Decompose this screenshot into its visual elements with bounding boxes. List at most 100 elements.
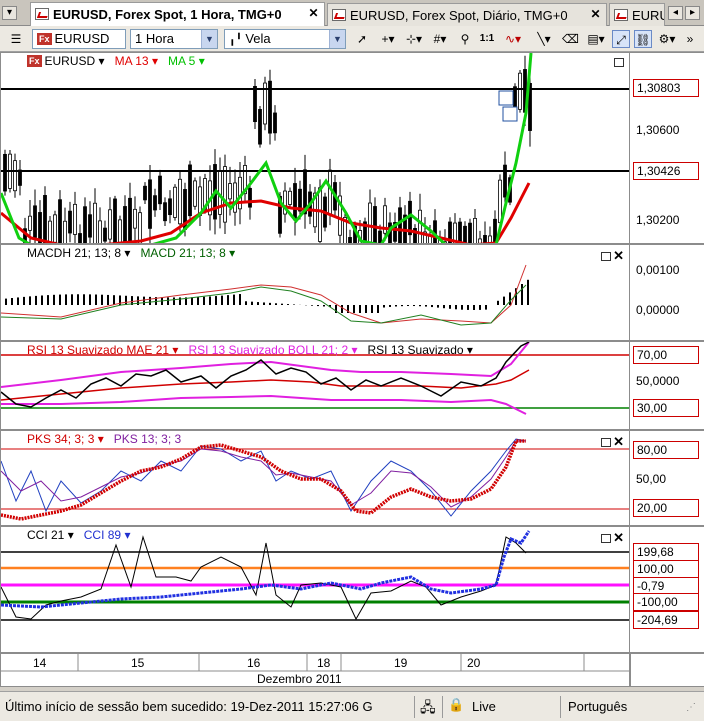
legend-cci21[interactable]: CCI 21 [27, 528, 64, 542]
indicator-icon[interactable]: ∿▾ [500, 30, 526, 48]
chevron-down-icon[interactable]: ▼ [201, 30, 217, 48]
legend-symbol[interactable]: EURUSD [45, 54, 96, 68]
chevron-down-icon[interactable]: ▾ [467, 343, 473, 357]
chevron-down-icon[interactable]: ▾ [172, 343, 178, 357]
candle-body [163, 202, 167, 222]
macd-axis[interactable]: 0,00100 0,00000 [630, 244, 704, 341]
eraser-icon[interactable]: ⌫ [562, 30, 579, 48]
legend-macd[interactable]: MACD 21; 13; 8 [140, 246, 225, 260]
macd-histogram-bar [509, 292, 511, 305]
candle-body [518, 72, 522, 110]
grid-icon[interactable]: #▾ [428, 30, 452, 48]
maximize-panel-icon[interactable] [601, 533, 612, 543]
chevron-down-icon[interactable]: ▾ [68, 528, 74, 542]
candle-body [253, 85, 257, 123]
scroll-tabs-left-icon[interactable]: ◂ [668, 6, 683, 20]
candle-body [468, 222, 472, 243]
scroll-tabs-right-icon[interactable]: ▸ [685, 6, 700, 20]
macd-panel[interactable]: MACDH 21; 13; 8 ▾ MACD 21; 13; 8 ▾ ✕ [0, 244, 630, 341]
chevron-down-icon[interactable]: ▾ [199, 54, 205, 68]
chevron-down-icon[interactable]: ▾ [152, 54, 158, 68]
close-panel-icon[interactable]: ✕ [613, 530, 624, 545]
resize-grip-icon[interactable]: ⋰ [686, 702, 696, 713]
legend-rsi-boll[interactable]: RSI 13 Suavizado BOLL 21; 2 [188, 343, 348, 357]
price-tick: 1,30600 [636, 123, 680, 137]
legend-rsi[interactable]: RSI 13 Suavizado [368, 343, 464, 357]
crosshair-icon[interactable]: +▾ [376, 30, 400, 48]
legend-ma5[interactable]: MA 5 [168, 54, 195, 68]
template-icon[interactable]: ▤▾ [584, 30, 608, 48]
chevron-down-icon[interactable]: ▾ [351, 343, 357, 357]
maximize-panel-icon[interactable] [601, 437, 612, 447]
zoom-icon[interactable]: ⚲ [456, 30, 474, 48]
macd-histogram-bar [29, 296, 31, 305]
close-panel-icon[interactable]: ✕ [613, 434, 624, 449]
more-icon[interactable]: » [680, 30, 700, 48]
chart-toolbar: ☰ Fx EURUSD 1 Hora ▼ ╻╹ Vela ▼ ➚ +▾ ⊹▾ #▾… [0, 26, 704, 52]
chart-menu-icon[interactable]: ☰ [8, 30, 24, 48]
network-icon[interactable]: 🖧 [420, 697, 436, 721]
legend-pks13[interactable]: PKS 13; 3; 3 [114, 432, 181, 446]
chevron-down-icon[interactable]: ▾ [124, 528, 130, 542]
candle-body [73, 203, 77, 235]
tab-eurusd-hourly[interactable]: EURUSD, Forex Spot, 1 Hora, TMG+0 ✕ [30, 2, 325, 26]
close-tab-icon[interactable]: ✕ [307, 6, 320, 20]
macd-histogram-bar [419, 305, 421, 307]
chart-style-select[interactable]: ╻╹ Vela ▼ [224, 29, 346, 49]
rsi-axis[interactable]: 70,00 50,0000 30,00 [630, 341, 704, 430]
maximize-panel-icon[interactable] [614, 57, 624, 67]
zoom-reset-button[interactable]: 1:1 [478, 30, 496, 48]
period-select[interactable]: 1 Hora ▼ [130, 29, 218, 49]
cursor-icon[interactable]: ➚ [354, 30, 370, 48]
cci-axis[interactable]: 199,68 100,00 -0,79 -100,00 -204,69 [630, 526, 704, 653]
chevron-down-icon[interactable]: ▾ [99, 54, 105, 68]
chevron-down-icon[interactable]: ▾ [229, 246, 235, 260]
rsi-tick: 50,0000 [636, 374, 680, 388]
macd-histogram-bar [323, 305, 325, 307]
settings-icon[interactable]: ⚙▾ [656, 30, 678, 48]
tab-eurusd-daily[interactable]: EURUSD, Forex Spot, Diário, TMG+0 ✕ [327, 3, 607, 26]
macd-histogram-bar [227, 295, 229, 305]
rsi-panel[interactable]: RSI 13 Suavizado MAE 21 ▾ RSI 13 Suaviza… [0, 341, 630, 430]
panel-controls: ✕ [598, 434, 624, 450]
pks-axis[interactable]: 80,00 50,00 20,00 [630, 430, 704, 526]
tab-eurusd-third[interactable]: EURUS [609, 3, 665, 26]
candle-icon: ╻╹ [229, 34, 246, 46]
macd-histogram-bar [11, 298, 13, 305]
language-status[interactable]: Português [568, 699, 627, 714]
date-tick: 20 [467, 656, 481, 670]
pks-panel[interactable]: PKS 34; 3; 3 ▾ PKS 13; 3; 3 ✕ [0, 430, 630, 526]
link-icon[interactable]: ⛓ [634, 30, 652, 48]
autoscale-icon[interactable]: ⤢ [612, 30, 630, 48]
price-axis[interactable]: 1,30803 1,30600 1,30426 1,30200 [630, 52, 704, 244]
chevron-down-icon[interactable]: ▼ [329, 30, 345, 48]
legend-cci89[interactable]: CCI 89 [84, 528, 121, 542]
close-panel-icon[interactable]: ✕ [613, 248, 624, 263]
chevron-down-icon[interactable]: ▾ [98, 432, 104, 446]
cci-panel[interactable]: CCI 21 ▾ CCI 89 ▾ ✕ [0, 526, 630, 653]
macd-histogram-bar [5, 298, 7, 305]
chart-icon [332, 9, 346, 21]
candle-body [398, 207, 402, 243]
candle-body [168, 198, 172, 216]
time-axis[interactable]: 14 15 16 18 19 20 Dezembro 2011 [0, 653, 631, 687]
rsi-level-30: 30,00 [633, 399, 699, 417]
macd-histogram-bar [23, 296, 25, 305]
tab-bar: EURUSD, Forex Spot, 1 Hora, TMG+0 ✕ EURU… [0, 0, 704, 26]
cross-marker-icon[interactable]: ⊹▾ [402, 30, 426, 48]
chevron-down-icon[interactable]: ▾ [124, 246, 130, 260]
macd-histogram-bar [101, 294, 103, 305]
legend-pks34[interactable]: PKS 34; 3; 3 [27, 432, 94, 446]
legend-macdh[interactable]: MACDH 21; 13; 8 [27, 246, 121, 260]
price-panel[interactable]: Fx EURUSD ▾ MA 13 ▾ MA 5 ▾ [0, 52, 630, 244]
symbol-field[interactable]: Fx EURUSD [32, 29, 126, 49]
macd-histogram-bar [383, 305, 385, 308]
window-menu-icon[interactable]: ▾ [2, 6, 17, 20]
legend-rsi-mae[interactable]: RSI 13 Suavizado MAE 21 [27, 343, 169, 357]
date-tick: 15 [131, 656, 145, 670]
macd-histogram-bar [365, 305, 367, 313]
legend-ma13[interactable]: MA 13 [115, 54, 149, 68]
close-tab-icon[interactable]: ✕ [589, 7, 602, 21]
line-tool-icon[interactable]: ╲▾ [532, 30, 556, 48]
maximize-panel-icon[interactable] [601, 251, 612, 261]
